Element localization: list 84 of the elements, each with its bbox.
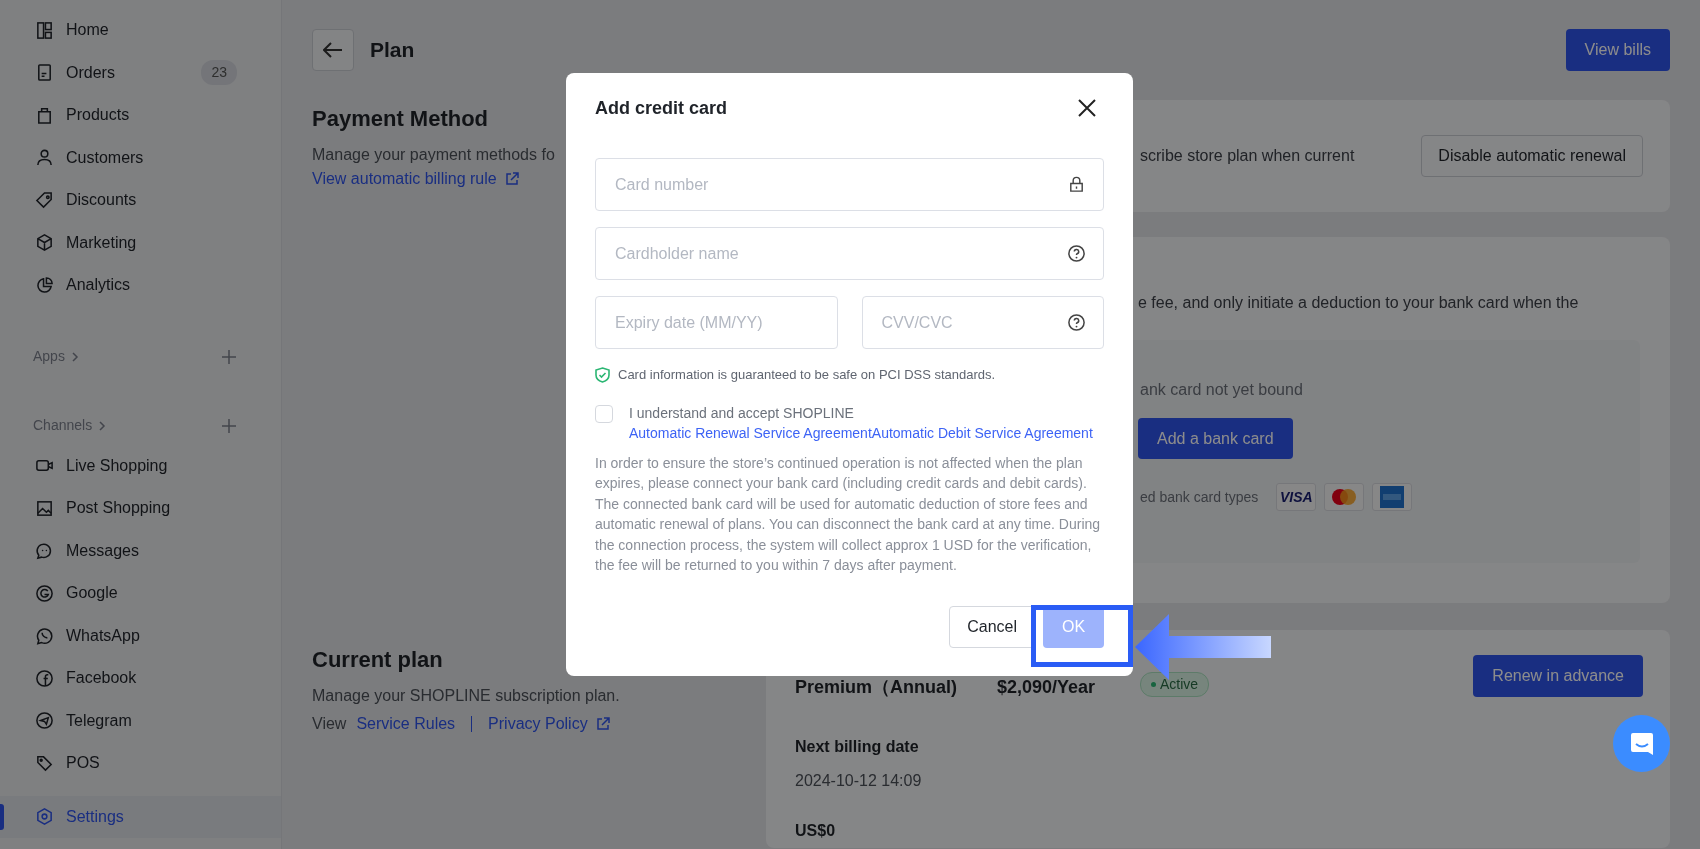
sidebar-item[interactable]: Home: [0, 9, 281, 52]
chevron-icon: [98, 419, 107, 432]
notice-text: In order to ensure the store’s continued operation is not affected when the plan expires, please connect your bank card (including credit cards and debit cards). The connected bank card will be used for automatic deduction of store fees and automatic renewal of plans. You can disconnect the bank card at any time. During the connection process, the system will collect approx 1 USD for the verification, the fee will be returned to you within 7 days after payment.: [595, 453, 1102, 575]
disable-renewal-button[interactable]: Disable automatic renewal: [1421, 135, 1643, 177]
external-link-icon: [504, 172, 519, 186]
checkbox[interactable]: [595, 404, 613, 423]
chat-icon: [1628, 730, 1655, 757]
layout-icon: [35, 20, 54, 40]
f-circle-icon: [35, 668, 54, 688]
hexagon-gear-icon: [35, 807, 54, 827]
plan-name: Premium（Annual): [795, 677, 958, 697]
tag-icon: [35, 190, 54, 210]
section-title: Current plan: [312, 646, 444, 674]
bag-icon: [35, 105, 54, 125]
deduction-text: e fee, and only initiate a deduction to your bank card when the: [1138, 293, 1579, 313]
channels-section-label[interactable]: Channels: [33, 415, 93, 436]
view-bills-button[interactable]: View bills: [1565, 29, 1670, 71]
sidebar-item[interactable]: POS: [0, 742, 281, 785]
renewal-text: scribe store plan when current: [1140, 146, 1355, 166]
image-icon: [35, 498, 54, 518]
dialog-title: Add credit card: [595, 96, 728, 120]
sidebar-item[interactable]: Google: [0, 572, 281, 615]
sidebar-item[interactable]: Customers: [0, 136, 281, 179]
count-badge: 23: [201, 60, 237, 86]
person-icon: [35, 148, 54, 168]
status-dot: [1151, 682, 1156, 687]
sidebar-item[interactable]: Post Shopping: [0, 487, 281, 530]
security-note: Card information is guaranteed to be safe on PCI DSS standards.: [618, 366, 996, 384]
amount: US$0: [795, 821, 837, 841]
service-rules-link[interactable]: Service Rules: [356, 712, 456, 736]
section-description: Manage your payment methods fo: [312, 145, 556, 165]
status-badge: Active: [1140, 672, 1210, 697]
pie-chart-icon: [35, 275, 54, 295]
sidebar-item[interactable]: Messages: [0, 529, 281, 572]
phone-bubble-icon: [35, 626, 54, 646]
sidebar-item[interactable]: Discounts: [0, 179, 281, 222]
tags-icon: [35, 753, 54, 773]
billing-rule-link[interactable]: View automatic billing rule: [312, 167, 519, 191]
view-label: View: [312, 714, 347, 734]
input-field[interactable]: Expiry date (MM/YY): [595, 296, 838, 349]
input-field[interactable]: Card number: [595, 158, 1104, 211]
card-brand-logo: [1324, 483, 1365, 511]
chevron-icon: [70, 350, 79, 363]
g-circle-icon: [35, 583, 54, 603]
external-link-icon: [595, 717, 610, 731]
agreement-link[interactable]: Automatic Renewal Service Agreement: [629, 424, 872, 441]
chat-bubble-icon: [35, 541, 54, 561]
back-arrow-icon: [323, 42, 343, 58]
sidebar-item[interactable]: Orders 23: [0, 51, 281, 94]
page-title: Plan: [370, 37, 415, 64]
sidebar-item[interactable]: Settings: [0, 795, 281, 838]
sidebar-item[interactable]: Products: [0, 94, 281, 137]
help-icon[interactable]: [1067, 313, 1086, 332]
agreement-text: I understand and accept SHOPLINE Automatic Renewal Service AgreementAutomatic Debit Service Agreement: [629, 403, 1094, 443]
billing-date-label: Next billing date: [795, 737, 920, 757]
input-field[interactable]: CVV/CVC: [861, 296, 1104, 349]
agreement-link[interactable]: Automatic Debit Service Agreement: [871, 424, 1093, 441]
sidebar-item[interactable]: Telegram: [0, 699, 281, 742]
shield-check-icon: [595, 366, 610, 383]
card-types-label: ed bank card types: [1140, 487, 1259, 507]
lock-icon[interactable]: [1067, 175, 1086, 194]
sidebar-item[interactable]: Facebook: [0, 657, 281, 700]
sidebar-item[interactable]: Analytics: [0, 264, 281, 307]
help-icon[interactable]: [1067, 244, 1086, 263]
paper-plane-icon: [35, 711, 54, 731]
sidebar-item[interactable]: Live Shopping: [0, 444, 281, 487]
renew-button[interactable]: Renew in advance: [1473, 654, 1643, 697]
close-icon[interactable]: [1078, 99, 1096, 117]
document-icon: [35, 63, 54, 83]
plan-price: $2,090/Year: [997, 677, 1096, 697]
input-field[interactable]: Cardholder name: [595, 227, 1104, 280]
apps-section-label[interactable]: Apps: [33, 346, 65, 367]
status-text: ank card not yet bound: [1140, 380, 1304, 400]
card-brand-logo: VISA: [1276, 483, 1317, 511]
add-bank-card-button[interactable]: Add a bank card: [1138, 418, 1293, 459]
cube-icon: [35, 233, 54, 253]
card-brand-logo: [1372, 483, 1413, 511]
sidebar-item[interactable]: WhatsApp: [0, 614, 281, 657]
back-button[interactable]: [312, 29, 354, 71]
sidebar-item[interactable]: Marketing: [0, 221, 281, 264]
section-title: Payment Method: [312, 105, 489, 133]
privacy-policy-link[interactable]: Privacy Policy: [488, 712, 610, 736]
section-description: Manage your SHOPLINE subscription plan.: [312, 686, 621, 706]
billing-date: 2024-10-12 14:09: [795, 771, 923, 791]
